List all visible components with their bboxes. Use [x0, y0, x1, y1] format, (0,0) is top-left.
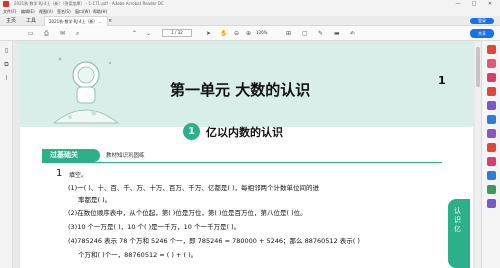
- tab-tools[interactable]: 工具: [22, 16, 40, 26]
- sign-icon[interactable]: ✍: [350, 30, 355, 37]
- select-icon[interactable]: ➤: [206, 30, 211, 37]
- question-line: (2)在数位顺序表中，从个位起，第( )位是万位，第( )位是百万位，第八位是(…: [68, 209, 307, 217]
- tab-document[interactable]: 2021秋·数学·RJ·4上（新）...: [44, 16, 108, 26]
- question-line: (3)10 个一万是( )，10 个( )是一千万，10 个一千万是( )。: [68, 223, 241, 231]
- question-number: 1: [56, 168, 63, 179]
- fill-sign-icon[interactable]: [487, 129, 496, 138]
- chapter-side-tab: 认识亿: [448, 199, 470, 268]
- title-bar: 2021秋·数学·RJ·4上（新）（答案加厚） - 1-171.pdf - Ad…: [0, 0, 500, 8]
- redact-icon[interactable]: [487, 143, 496, 152]
- pdf-page: 第一单元 大数的认识 1 1 亿以内数的认识 过基础关 教材知识巩固练 1 填空…: [20, 41, 473, 268]
- organize-pages-icon[interactable]: [487, 115, 496, 124]
- search-icon[interactable]: ⌕: [76, 30, 79, 37]
- question-line: (1)一( )、十、百、千、万、十万、百万、千万、亿都是( )，每相邻两个计数单…: [68, 184, 319, 192]
- close-window-button[interactable]: ✕: [484, 0, 496, 8]
- zoom-out-icon[interactable]: ⊖: [234, 30, 239, 37]
- practice-badge: 过基础关: [42, 149, 100, 162]
- left-nav-pane: ▯ ⧉ ⌇: [0, 41, 13, 268]
- combine-files-icon[interactable]: [487, 101, 496, 110]
- scrollbar-thumb[interactable]: [476, 47, 480, 87]
- mail-icon[interactable]: ✉: [60, 30, 65, 37]
- compress-icon[interactable]: [487, 171, 496, 180]
- pages-icon[interactable]: ⧉: [3, 61, 10, 68]
- bookmark-icon[interactable]: ▯: [3, 47, 10, 54]
- protect-icon[interactable]: [487, 157, 496, 166]
- hand-icon[interactable]: ✋: [220, 30, 227, 37]
- create-pdf-icon[interactable]: [487, 59, 496, 68]
- menu-sign[interactable]: 签名(S): [57, 9, 71, 15]
- maximize-button[interactable]: □: [468, 0, 480, 8]
- attachment-icon[interactable]: ⌇: [3, 75, 10, 82]
- tab-bar: 主页 工具 2021秋·数学·RJ·4上（新）... × 登录: [0, 16, 500, 26]
- question-line: (4)785246 表示 78 个万和 5246 个一，即 785246 = 7…: [68, 237, 360, 245]
- tab-close-icon[interactable]: ×: [104, 16, 116, 26]
- next-page-icon[interactable]: ⌄: [146, 30, 151, 37]
- toolbar: ▭ ⎙ ✉ ⌕ ⌃ ⌄ 1 / 32 ➤ ✋ ⊖ ⊕ 126% ⊞ ▢ ✎ ▬ …: [0, 26, 500, 41]
- export-pdf-icon[interactable]: [487, 45, 496, 54]
- tab-home[interactable]: 主页: [2, 16, 20, 26]
- astronaut-illustration: [52, 57, 120, 124]
- pen-icon[interactable]: ✎: [318, 30, 323, 37]
- page-total: / 32: [175, 30, 183, 35]
- section-number-badge: 1: [183, 123, 200, 140]
- menu-window[interactable]: 窗口(W): [75, 9, 90, 15]
- question-line: 个万和( )个一，88760512 = ( ) + ( )。: [78, 251, 198, 259]
- highlight-icon[interactable]: ▬: [334, 30, 340, 37]
- right-tools-pane: [481, 41, 500, 268]
- menu-view[interactable]: 视图(V): [39, 9, 53, 15]
- minimize-button[interactable]: —: [452, 0, 464, 8]
- page-number: 1: [438, 74, 446, 87]
- question-title: 填空。: [69, 172, 88, 179]
- menu-help[interactable]: 帮助(H): [93, 9, 107, 15]
- question-line: 率都是( )。: [78, 196, 112, 204]
- section-title: 亿以内数的认识: [206, 126, 283, 139]
- page-current: 1: [171, 30, 174, 35]
- divider: [42, 162, 442, 163]
- edit-pdf-icon[interactable]: [487, 73, 496, 82]
- scan-icon[interactable]: [487, 185, 496, 194]
- login-button[interactable]: 登录: [470, 18, 494, 24]
- practice-subtitle: 教材知识巩固练: [106, 153, 145, 159]
- more-tools-icon[interactable]: [487, 199, 496, 208]
- zoom-select[interactable]: 126%: [256, 29, 276, 37]
- print-icon[interactable]: ⎙: [44, 30, 49, 37]
- page-number-field[interactable]: 1 / 32: [162, 29, 192, 37]
- chapter-side-tab-label: 认识亿: [454, 207, 461, 233]
- prev-page-icon[interactable]: ⌃: [132, 30, 137, 37]
- comment-icon[interactable]: ▢: [302, 30, 308, 37]
- menu-edit[interactable]: 编辑(E): [21, 9, 35, 15]
- fit-icon[interactable]: ⊞: [286, 30, 291, 37]
- acrobat-logo-icon: [3, 1, 9, 7]
- menu-file[interactable]: 文件(F): [3, 9, 16, 15]
- menu-bar: 文件(F) 编辑(E) 视图(V) 签名(S) 窗口(W) 帮助(H): [0, 8, 500, 16]
- window-title: 2021秋·数学·RJ·4上（新）（答案加厚） - 1-171.pdf - Ad…: [14, 1, 164, 6]
- share-button[interactable]: 共享: [470, 29, 494, 38]
- tab-document-label: 2021秋·数学·RJ·4上（新）...: [49, 19, 102, 24]
- zoom-in-icon[interactable]: ⊕: [246, 30, 251, 37]
- unit-title: 第一单元 大数的认识: [170, 81, 311, 99]
- save-icon[interactable]: ▭: [28, 30, 34, 37]
- comment-tool-icon[interactable]: [487, 87, 496, 96]
